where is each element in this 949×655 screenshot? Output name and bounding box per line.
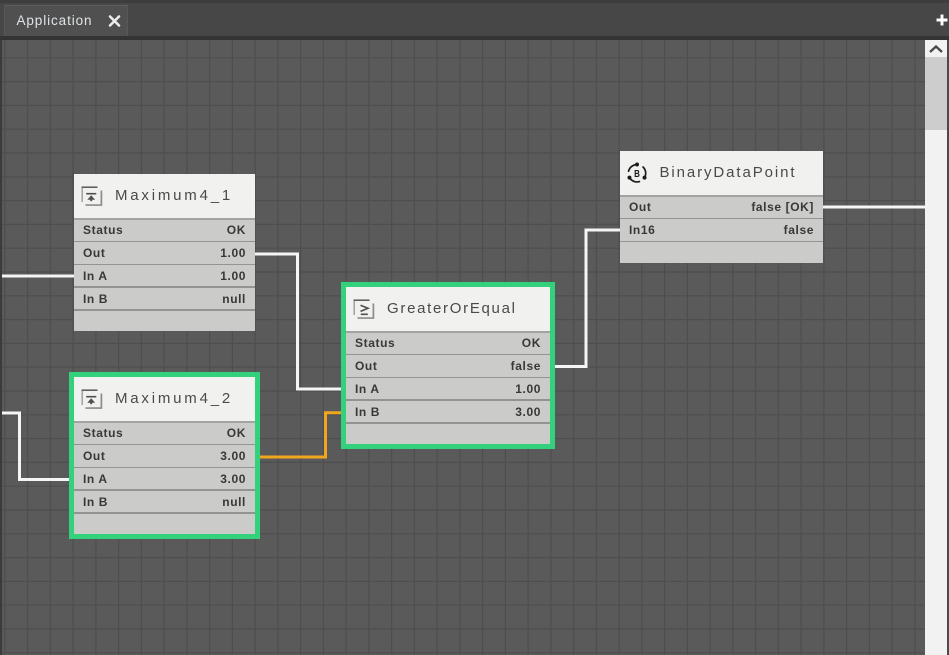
svg-text:B: B <box>634 169 640 180</box>
